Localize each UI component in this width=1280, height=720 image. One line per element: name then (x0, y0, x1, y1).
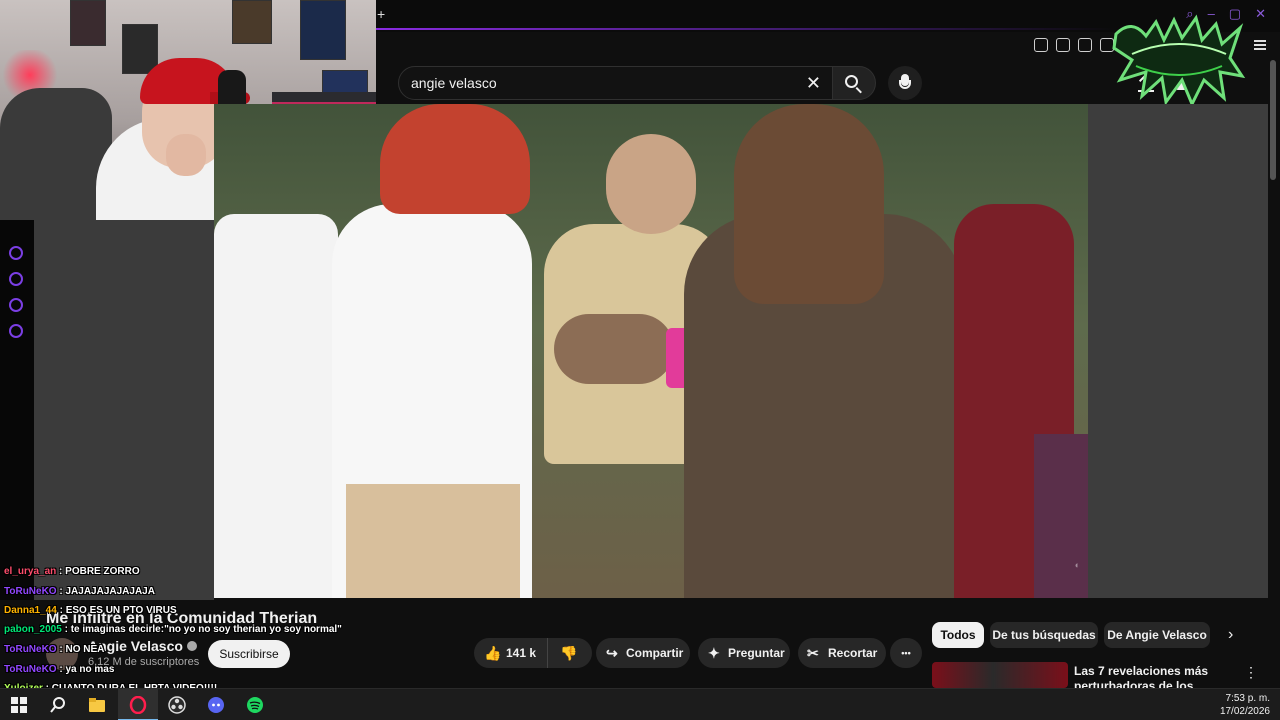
tan-pants (346, 484, 520, 598)
microphone-stand (899, 80, 911, 89)
chat-text: : ESO ES UN PTO VIRUS (56, 605, 177, 616)
clip-label: Recortar (828, 646, 878, 660)
like-button[interactable]: 👍 141 k (474, 638, 548, 668)
person-left (214, 214, 338, 598)
recommended-menu-icon[interactable]: ⋮ (1244, 664, 1258, 681)
more-actions-button[interactable]: ••• (890, 638, 922, 668)
chat-message: ToRuNeKO : ya no mas (4, 664, 114, 675)
plaid-pants (1034, 434, 1088, 598)
chat-message: ToRuNeKO : JAJAJAJAJAJAJA (4, 586, 155, 597)
fox-plush (554, 314, 674, 384)
chat-message: Danna1_44 : ESO ES UN PTO VIRUS (4, 605, 177, 616)
like-dislike-group: 👍 141 k 👎 (474, 638, 592, 668)
extensions-toolbar (1034, 38, 1114, 52)
obs-icon[interactable] (168, 696, 186, 714)
opera-gx-icon[interactable] (129, 696, 147, 714)
person-center-head (606, 134, 696, 234)
search-query: angie velasco (411, 75, 497, 91)
close-window-icon[interactable]: ✕ (1255, 6, 1266, 22)
browser-menu-icon[interactable] (1254, 40, 1266, 50)
video-side-right (1088, 104, 1268, 598)
chat-message: el_urya_an : POBRE ZORRO (4, 566, 140, 577)
chips-next-icon[interactable]: › (1228, 626, 1233, 644)
adblock-icon[interactable] (1078, 38, 1092, 52)
file-explorer-icon[interactable] (88, 696, 106, 714)
red-hair (380, 104, 530, 214)
tab-indicator (376, 28, 1116, 30)
search-icon (845, 75, 858, 88)
search-button[interactable] (832, 66, 876, 100)
chat-text: : te imaginas decirle:"no yo no soy ther… (61, 624, 342, 635)
share-icon: ↪ (606, 645, 618, 661)
chat-username: Danna1_44 (4, 605, 57, 616)
poster (300, 0, 346, 60)
share-label: Compartir (626, 646, 684, 660)
like-count: 141 k (506, 646, 537, 660)
chip-todos[interactable]: Todos (932, 622, 984, 648)
poster (232, 0, 272, 44)
chat-username: pabon_2005 (4, 624, 62, 635)
chat-text: : NO NEA (56, 644, 105, 655)
voice-search-button[interactable] (888, 66, 922, 100)
clip-button[interactable]: ✂ Recortar (798, 638, 886, 668)
video-side-left (34, 220, 214, 600)
spotify-icon[interactable] (246, 696, 264, 714)
verified-icon (186, 641, 197, 651)
system-clock[interactable]: 7:53 p. m. 17/02/2026 (1220, 692, 1270, 718)
ask-button[interactable]: ✦ Preguntar (698, 638, 790, 668)
chat-username: ToRuNeKO (4, 664, 57, 675)
chat-text: : POBRE ZORRO (56, 566, 140, 577)
search-input[interactable]: angie velasco ✕ (398, 66, 834, 100)
recommended-thumbnail[interactable] (932, 662, 1068, 688)
windows-start-icon[interactable] (10, 696, 28, 714)
subscribe-button[interactable]: Suscribirse (208, 640, 290, 668)
chat-username: el_urya_an (4, 566, 57, 577)
video-player[interactable]: ◐ (214, 104, 1088, 598)
poster (122, 24, 158, 74)
share-button[interactable]: ↪ Compartir (596, 638, 690, 668)
clear-search-icon[interactable]: ✕ (806, 73, 821, 93)
chat-username: ToRuNeKO (4, 644, 57, 655)
screenshot-icon[interactable] (1056, 38, 1070, 52)
chat-username: ToRuNeKO (4, 586, 57, 597)
settings-icon[interactable] (9, 324, 23, 338)
video-watermark: ◐ (1074, 560, 1080, 570)
search-icon[interactable] (49, 696, 67, 714)
chat-message: ToRuNeKO : NO NEA (4, 644, 104, 655)
page-scrollbar[interactable] (1270, 60, 1276, 180)
left-sidebar (0, 220, 34, 600)
long-hair (734, 104, 884, 304)
chip-de-tus-busquedas[interactable]: De tus búsquedas (990, 622, 1098, 648)
chip-de-angie-velasco[interactable]: De Angie Velasco (1104, 622, 1210, 648)
chat-text: : JAJAJAJAJAJAJA (56, 586, 155, 597)
sparkle-icon: ✦ (708, 645, 720, 661)
windows-taskbar: 7:53 p. m. 17/02/2026 (0, 688, 1280, 720)
streamer-hand (166, 134, 206, 176)
history-icon[interactable] (9, 272, 23, 286)
scissors-icon: ✂ (807, 645, 819, 661)
poster (70, 0, 106, 46)
thumbs-up-icon: 👍 (484, 645, 502, 661)
chat-message: pabon_2005 : te imaginas decirle:"no yo … (4, 624, 342, 635)
pin-icon[interactable] (1034, 38, 1048, 52)
clock-time: 7:53 p. m. (1225, 693, 1270, 704)
clock-date: 17/02/2026 (1219, 706, 1270, 717)
new-tab-button[interactable]: + (377, 6, 389, 22)
ask-label: Preguntar (728, 646, 785, 660)
thumbs-down-icon[interactable]: 👎 (560, 646, 577, 660)
discord-icon[interactable] (207, 696, 225, 714)
home-icon[interactable] (9, 246, 23, 260)
chat-text: : ya no mas (56, 664, 115, 675)
messenger-icon[interactable] (9, 298, 23, 312)
channel-logo (1112, 14, 1246, 106)
